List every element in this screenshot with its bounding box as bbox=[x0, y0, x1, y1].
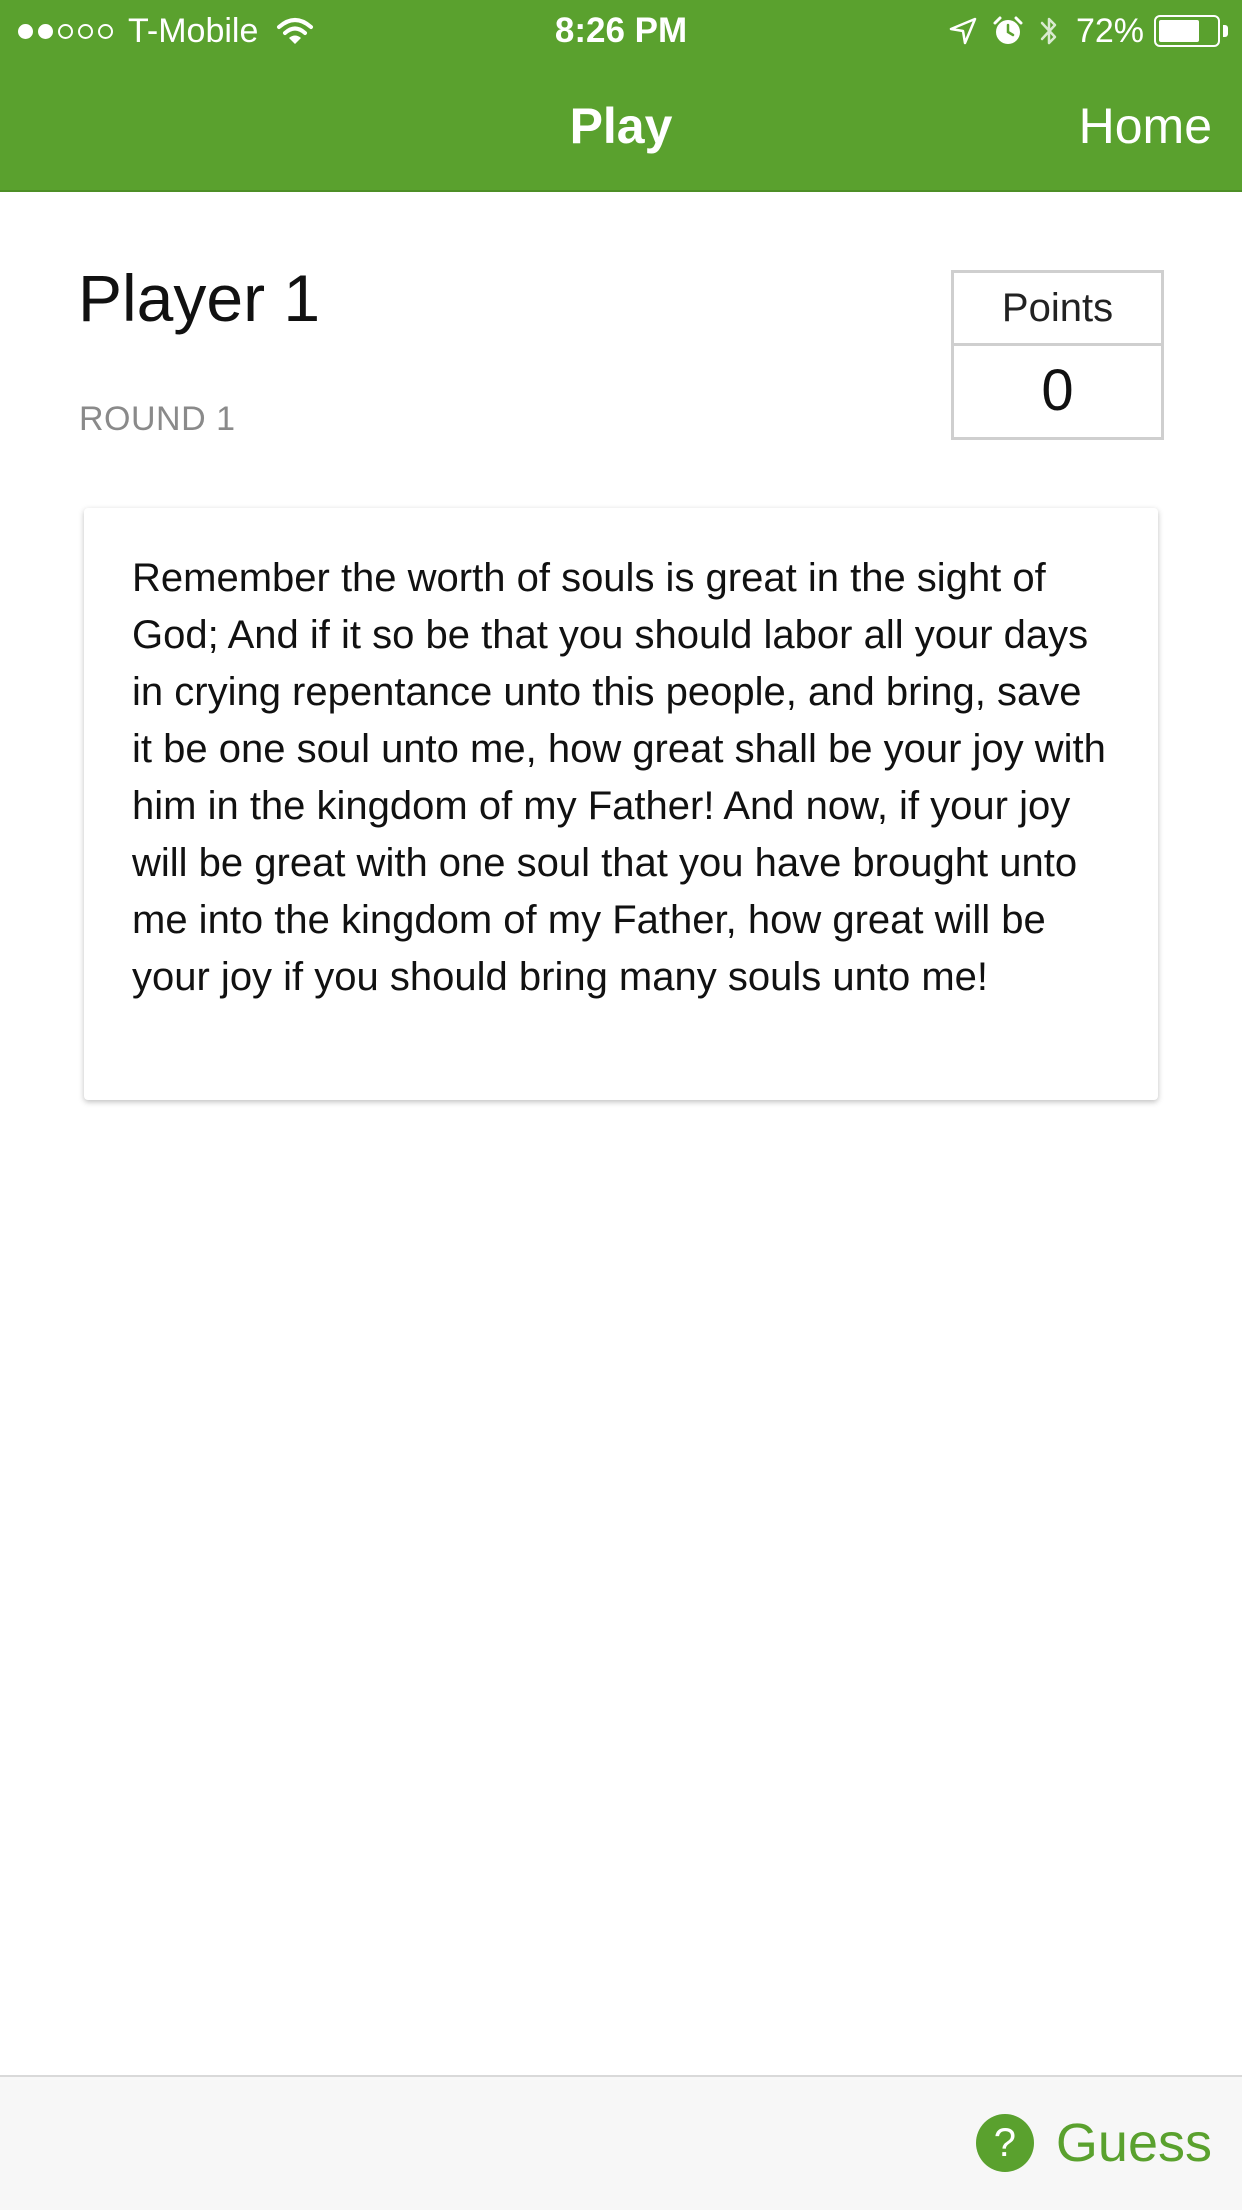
alarm-icon bbox=[993, 16, 1023, 44]
points-value: 0 bbox=[1041, 358, 1074, 423]
location-arrow-icon bbox=[949, 17, 977, 45]
verse-text: Remember the worth of souls is great in … bbox=[132, 556, 1106, 999]
app-header: T-Mobile 8:26 PM 72% Play Home bbox=[0, 0, 1242, 192]
battery-fill bbox=[1159, 20, 1200, 42]
points-box: Points 0 bbox=[951, 270, 1164, 440]
navigation-bar: Play Home bbox=[0, 62, 1242, 188]
round-label: ROUND 1 bbox=[79, 400, 236, 438]
points-header: Points bbox=[954, 273, 1161, 346]
question-mark-icon: ? bbox=[975, 2114, 1034, 2172]
guess-label: Guess bbox=[1055, 2113, 1212, 2173]
home-button[interactable]: Home bbox=[1079, 96, 1212, 156]
player-name: Player 1 bbox=[78, 261, 321, 335]
battery-icon bbox=[1154, 15, 1228, 47]
battery-tip bbox=[1223, 25, 1228, 37]
page-title: Play bbox=[569, 98, 673, 154]
battery-body bbox=[1154, 15, 1220, 47]
bluetooth-icon bbox=[1040, 17, 1057, 45]
bottom-toolbar: ? Guess bbox=[0, 2075, 1242, 2210]
guess-button[interactable]: ? Guess bbox=[975, 2113, 1212, 2173]
verse-card: Remember the worth of souls is great in … bbox=[84, 508, 1158, 1100]
status-bar: T-Mobile 8:26 PM 72% bbox=[0, 0, 1242, 62]
status-right: 72% bbox=[934, 10, 1228, 52]
battery-percent: 72% bbox=[1075, 11, 1144, 50]
